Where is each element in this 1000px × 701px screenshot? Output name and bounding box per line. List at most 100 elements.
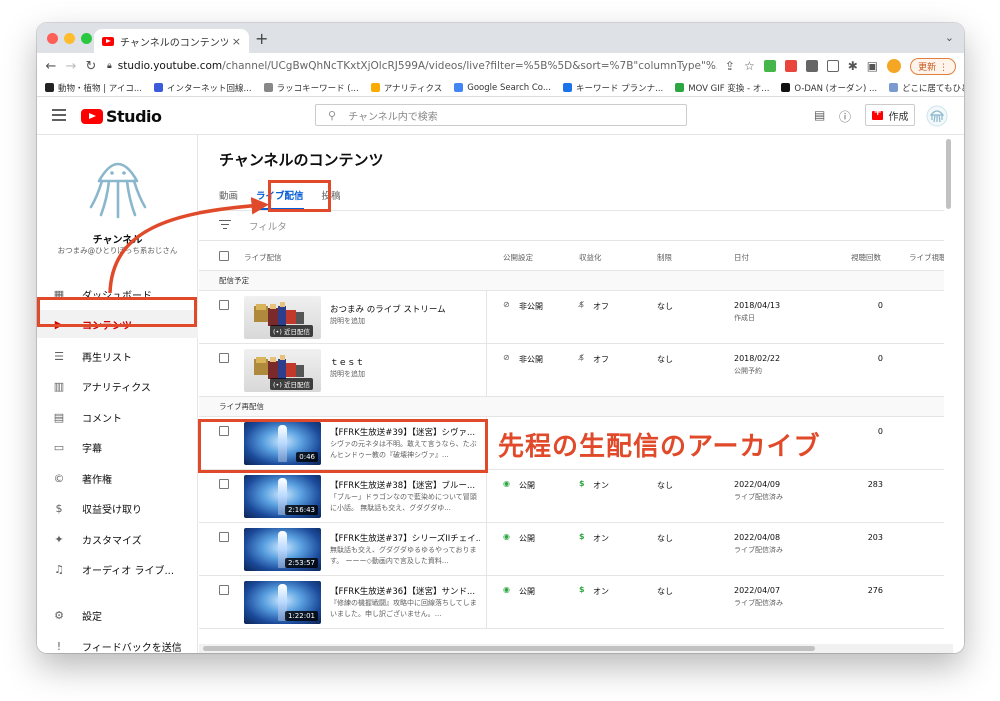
bookmark-item[interactable]: O-DAN (オーダン) ... <box>781 82 877 94</box>
vertical-scrollbar[interactable] <box>944 135 953 644</box>
video-title[interactable]: おつまみ のライブ ストリーム <box>330 303 480 315</box>
select-all-checkbox[interactable] <box>219 251 229 261</box>
address-bar[interactable]: 🔒︎ studio.youtube.com/channel/UCgBwQhNcT… <box>107 56 717 76</box>
back-arrow-icon[interactable]: ← <box>41 59 61 74</box>
monetization-value[interactable]: オン <box>593 586 609 597</box>
bookmark-item[interactable]: どこに居てもひとり <box>889 82 964 94</box>
sidebar-item-copyright[interactable]: © 著作権 <box>37 464 198 492</box>
magic-wand-icon: ✦ <box>54 532 64 546</box>
visibility-value[interactable]: 非公開 <box>519 301 543 312</box>
studio-logo[interactable]: Studio <box>81 107 162 126</box>
monetization-value[interactable]: オフ <box>593 354 609 365</box>
update-button[interactable]: 更新 ⋮ <box>910 57 956 75</box>
video-title[interactable]: 【FFRK生放送#37】シリーズIIチェイ... <box>330 532 480 544</box>
visibility-value[interactable]: 公開 <box>519 480 535 491</box>
zoom-window-button[interactable] <box>81 33 92 44</box>
table-row[interactable]: (•) 近日配信 おつまみ のライブ ストリーム 説明を追加 ⊘ 非公開 $̸ オフ なし 20… <box>199 291 953 344</box>
help-icon[interactable]: ⓘ <box>839 108 851 125</box>
sidebar-item-audio-library[interactable]: ♫ オーディオ ライブ... <box>37 555 198 583</box>
eye-off-icon: ⊘ <box>503 353 510 362</box>
bookmark-item[interactable]: インターネット回線... <box>153 82 252 94</box>
extension-icon[interactable] <box>784 60 797 72</box>
playlist-icon: ☰ <box>54 349 64 363</box>
video-thumbnail[interactable]: 2:16:43 <box>244 475 321 518</box>
table-row[interactable]: 2:53:57 【FFRK生放送#37】シリーズIIチェイ... 無駄話も交え、グダ… <box>199 523 953 576</box>
bookmark-item[interactable]: 動物・植物 | アイコ... <box>45 82 142 94</box>
share-icon[interactable]: ⇪ <box>725 59 735 73</box>
video-thumbnail[interactable]: (•) 近日配信 <box>244 349 321 392</box>
tab-videos[interactable]: 動画 <box>219 188 238 210</box>
extension-icon[interactable] <box>763 60 776 72</box>
dollar-off-icon: $̸ <box>579 353 585 362</box>
table-row[interactable]: (•) 近日配信 ｔｅｓｔ 説明を追加 ⊘ 非公開 $̸ オフ なし 2018/02/22 公開予… <box>199 344 953 397</box>
bookmark-star-icon[interactable]: ☆ <box>744 59 755 73</box>
video-thumbnail[interactable]: (•) 近日配信 <box>244 296 321 339</box>
puzzle-icon[interactable]: ✱ <box>848 59 858 73</box>
filter-icon[interactable] <box>219 219 231 232</box>
table-row[interactable]: 2:16:43 【FFRK生放送#38】【迷宮】ブルー... 「ブルー」ドラゴンなの… <box>199 470 953 523</box>
row-checkbox[interactable] <box>219 300 229 310</box>
row-checkbox[interactable] <box>219 479 229 489</box>
dollar-icon: $ <box>55 501 63 515</box>
table-row[interactable]: 1:22:01 【FFRK生放送#36】【迷宮】サンド... 『修練の機握戦闘』攻略… <box>199 576 953 629</box>
video-thumbnail[interactable]: 1:22:01 <box>244 581 321 624</box>
column-header-date[interactable]: 日付 <box>734 252 749 263</box>
help-feedback-icon[interactable]: ▤ <box>814 108 825 122</box>
column-header-visibility[interactable]: 公開設定 <box>503 252 533 263</box>
column-header-video[interactable]: ライブ配信 <box>244 252 282 263</box>
visibility-value[interactable]: 公開 <box>519 533 535 544</box>
row-checkbox[interactable] <box>219 532 229 542</box>
forward-arrow-icon[interactable]: → <box>61 59 81 74</box>
side-panel-icon[interactable]: ▣ <box>867 59 878 73</box>
channel-avatar[interactable] <box>85 149 151 219</box>
column-header-restrictions[interactable]: 制限 <box>657 252 672 263</box>
filter-bar[interactable]: フィルタ <box>199 211 953 241</box>
bookmark-item[interactable]: Google Search Co... <box>454 83 551 93</box>
bookmark-item[interactable]: アナリティクス <box>370 82 442 94</box>
horizontal-scrollbar[interactable] <box>199 644 953 653</box>
reload-icon[interactable]: ↻ <box>81 59 101 74</box>
video-title[interactable]: 【FFRK生放送#38】【迷宮】ブルー... <box>330 479 480 491</box>
close-window-button[interactable] <box>47 33 58 44</box>
browser-tab[interactable]: チャンネルのコンテンツ - YouTube × <box>94 29 249 53</box>
visibility-value[interactable]: 公開 <box>519 586 535 597</box>
minimize-window-button[interactable] <box>64 33 75 44</box>
video-thumbnail[interactable]: 2:53:57 <box>244 528 321 571</box>
sidebar-item-label: コメント <box>82 413 122 425</box>
sidebar-item-feedback[interactable]: ! フィードバックを送信 <box>37 632 198 654</box>
bookmark-label: MOV GIF 変換 - オ... <box>688 83 770 94</box>
bookmark-item[interactable]: MOV GIF 変換 - オ... <box>675 82 769 94</box>
row-checkbox[interactable] <box>219 585 229 595</box>
sidebar-item-comment[interactable]: ▤ コメント <box>37 403 198 431</box>
row-checkbox[interactable] <box>219 353 229 363</box>
new-tab-button[interactable]: + <box>255 29 268 48</box>
menu-icon[interactable] <box>52 109 66 121</box>
sidebar-item-dollar[interactable]: $ 収益受け取り <box>37 494 198 522</box>
tab-close-icon[interactable]: × <box>232 35 241 48</box>
sidebar-item-analytics[interactable]: ▥ アナリティクス <box>37 372 198 400</box>
extension-icon[interactable] <box>826 60 839 72</box>
sidebar-item-playlist[interactable]: ☰ 再生リスト <box>37 342 198 370</box>
search-input[interactable]: ⚲ チャンネル内で検索 <box>315 104 687 126</box>
sidebar-item-subtitles[interactable]: ▭ 字幕 <box>37 433 198 461</box>
video-title[interactable]: 【FFRK生放送#36】【迷宮】サンド... <box>330 585 480 597</box>
monetization-value[interactable]: オフ <box>593 301 609 312</box>
tab-search-button[interactable]: ⌄ <box>945 31 954 44</box>
sidebar-item-magic-wand[interactable]: ✦ カスタマイズ <box>37 525 198 553</box>
video-title[interactable]: ｔｅｓｔ <box>330 356 480 368</box>
date-value: 2018/02/22 <box>734 354 781 363</box>
extension-icon[interactable] <box>805 60 818 72</box>
monetization-value[interactable]: オン <box>593 533 609 544</box>
bookmark-item[interactable]: キーワード プランナ... <box>562 82 663 94</box>
profile-avatar[interactable] <box>887 59 902 73</box>
column-header-monetization[interactable]: 収益化 <box>579 252 602 263</box>
sidebar-item-gear[interactable]: ⚙ 設定 <box>37 601 198 629</box>
youtube-favicon-icon <box>102 36 114 46</box>
sidebar-item-label: 著作権 <box>82 474 112 486</box>
column-header-views[interactable]: 視聴回数 <box>851 252 881 263</box>
monetization-value[interactable]: オン <box>593 480 609 491</box>
bookmark-item[interactable]: ラッコキーワード (... <box>263 82 359 94</box>
account-avatar[interactable] <box>926 105 948 127</box>
visibility-value[interactable]: 非公開 <box>519 354 543 365</box>
create-button[interactable]: 作成 <box>865 104 915 126</box>
